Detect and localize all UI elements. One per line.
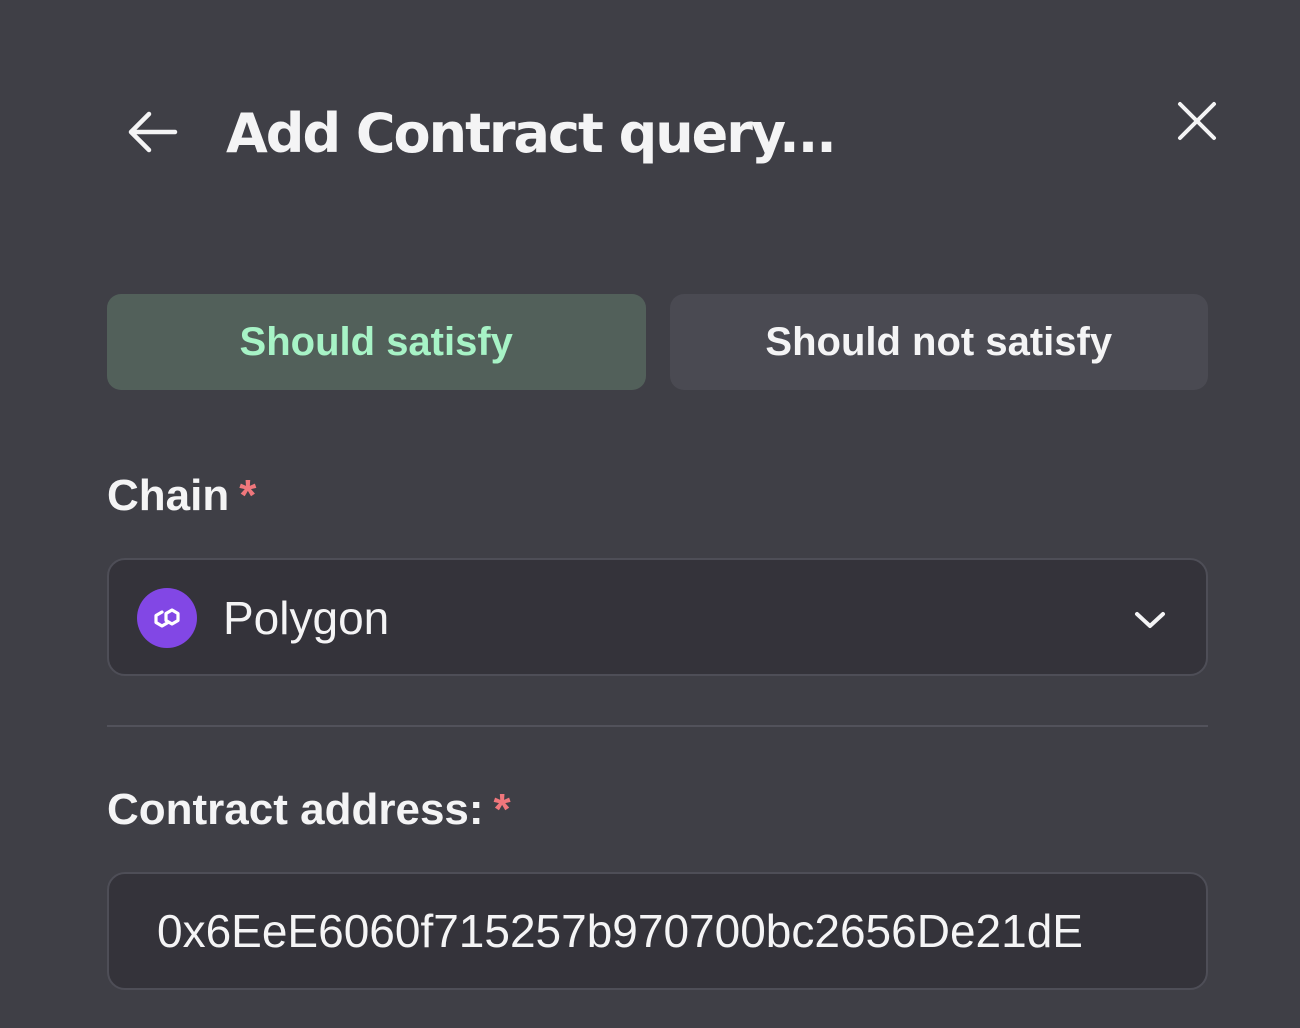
chain-label-text: Chain — [107, 471, 230, 520]
required-asterisk: * — [239, 471, 257, 520]
required-asterisk: * — [493, 785, 511, 834]
polygon-logo-icon — [137, 588, 197, 648]
contract-address-input[interactable] — [107, 872, 1208, 990]
divider — [107, 725, 1208, 727]
contract-address-label: Contract address: * — [107, 782, 511, 838]
chain-select[interactable]: Polygon — [107, 558, 1208, 676]
add-contract-query-modal: Add Contract query... Should satisfy Sho… — [0, 0, 1300, 1028]
should-not-satisfy-button[interactable]: Should not satisfy — [669, 294, 1208, 390]
modal-title: Add Contract query... — [226, 102, 837, 165]
close-icon — [1178, 102, 1216, 140]
arrow-left-icon — [128, 111, 178, 153]
chain-label: Chain * — [107, 468, 256, 524]
back-button[interactable] — [122, 104, 182, 160]
close-button[interactable] — [1168, 92, 1226, 150]
satisfy-toggle-group: Should satisfy Should not satisfy — [107, 294, 1208, 390]
chevron-down-icon — [1132, 602, 1168, 638]
chain-selected-value: Polygon — [223, 592, 390, 644]
contract-address-label-text: Contract address: — [107, 785, 484, 834]
should-satisfy-button[interactable]: Should satisfy — [107, 294, 646, 390]
